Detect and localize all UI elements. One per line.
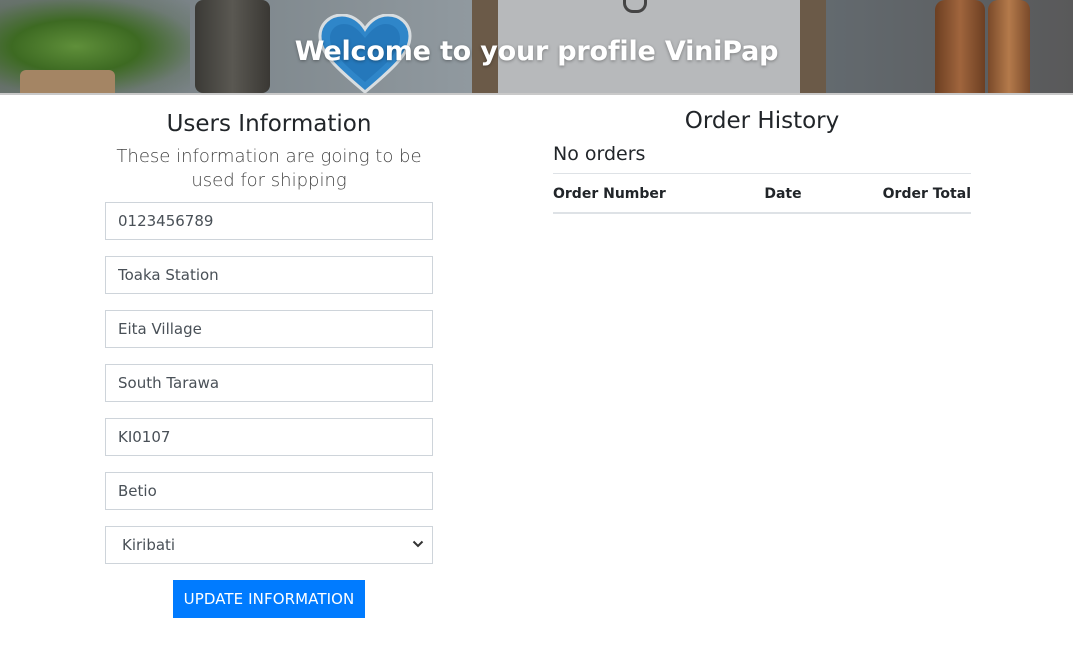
no-orders-text: No orders	[553, 143, 646, 165]
update-information-button[interactable]: UPDATE INFORMATION	[173, 580, 365, 618]
column-header-date[interactable]: Date	[733, 173, 833, 214]
page-title: Welcome to your profile ViniPap	[294, 36, 779, 67]
column-header-order-number[interactable]: Order Number	[553, 173, 733, 214]
order-history-section: Order History No orders Order Number Dat…	[553, 108, 971, 214]
chevron-down-icon	[412, 540, 424, 548]
address-line2-field[interactable]	[105, 310, 433, 348]
users-information-title: Users Information	[166, 111, 372, 137]
users-information-subtitle: These information are going to be used f…	[116, 146, 422, 191]
county-field[interactable]	[105, 472, 433, 510]
column-header-order-total[interactable]: Order Total	[833, 173, 971, 214]
phone-field[interactable]	[105, 202, 433, 240]
order-history-title: Order History	[684, 108, 840, 134]
city-field[interactable]	[105, 364, 433, 402]
orders-table-header-row: Order Number Date Order Total	[553, 173, 971, 214]
country-select[interactable]: Kiribati	[105, 526, 433, 564]
address-line1-field[interactable]	[105, 256, 433, 294]
hero-banner: Welcome to your profile ViniPap	[0, 0, 1073, 95]
postcode-field[interactable]	[105, 418, 433, 456]
users-information-section: Users Information These information are …	[105, 108, 433, 193]
users-information-form: Kiribati	[105, 202, 433, 564]
pot-decoration	[20, 70, 115, 93]
orders-table: Order Number Date Order Total	[553, 173, 971, 214]
country-select-value: Kiribati	[122, 536, 176, 554]
